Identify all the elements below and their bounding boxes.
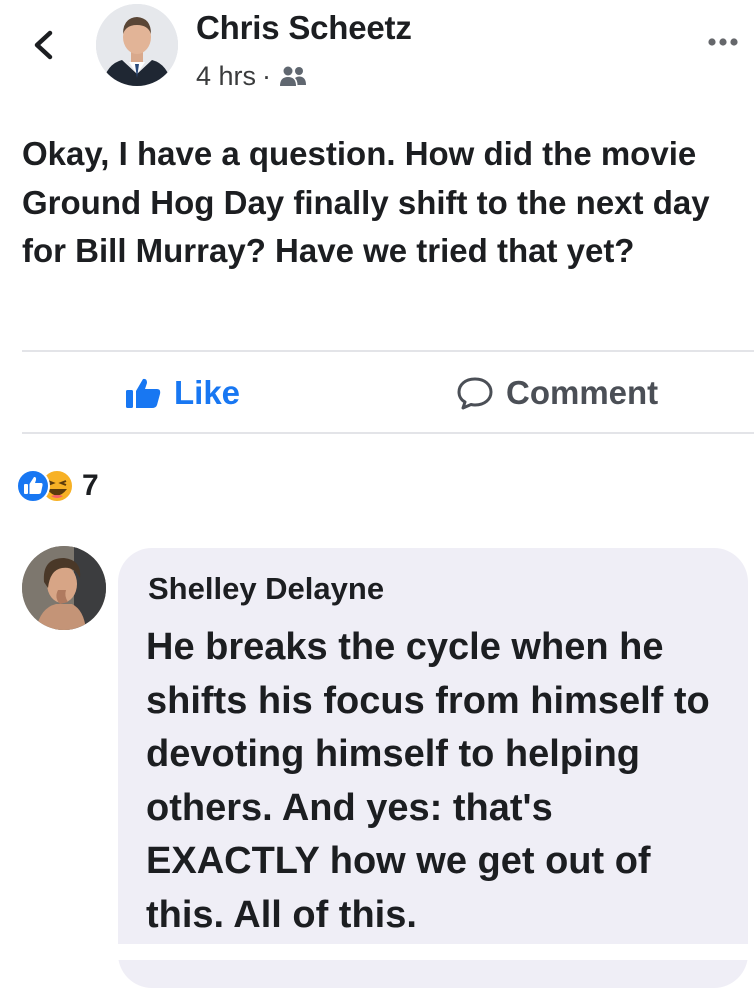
friends-icon bbox=[280, 66, 307, 86]
post-timestamp[interactable]: 4 hrs bbox=[196, 58, 256, 94]
comment-button[interactable]: Comment bbox=[456, 368, 658, 418]
screenshot-bottom-edge bbox=[0, 944, 754, 960]
reaction-icons bbox=[16, 469, 74, 503]
like-button[interactable]: Like bbox=[124, 368, 240, 418]
like-label: Like bbox=[174, 374, 241, 411]
comment-label: Comment bbox=[506, 374, 659, 411]
author-photo bbox=[96, 4, 178, 86]
reactions-summary[interactable]: 7 bbox=[14, 466, 99, 506]
more-options-icon[interactable] bbox=[704, 30, 742, 50]
post-meta: 4 hrs · bbox=[196, 58, 308, 94]
reaction-count: 7 bbox=[82, 469, 99, 502]
author-avatar[interactable] bbox=[96, 4, 178, 86]
post-text: Okay, I have a question. How did the mov… bbox=[22, 135, 710, 269]
comment-bubble-icon bbox=[457, 377, 493, 410]
divider bbox=[22, 350, 754, 352]
comment-text: He breaks the cycle when he shifts his f… bbox=[146, 626, 710, 936]
meta-separator: · bbox=[262, 61, 272, 91]
commenter-name[interactable]: Shelley Delayne bbox=[148, 569, 384, 609]
divider bbox=[22, 432, 754, 434]
commenter-avatar[interactable] bbox=[22, 546, 106, 630]
commenter-photo bbox=[22, 546, 106, 630]
like-reaction-icon bbox=[16, 469, 50, 503]
back-arrow-icon[interactable] bbox=[28, 28, 62, 62]
post-author-name[interactable]: Chris Scheetz bbox=[196, 8, 412, 48]
thumbs-up-icon bbox=[126, 378, 161, 408]
